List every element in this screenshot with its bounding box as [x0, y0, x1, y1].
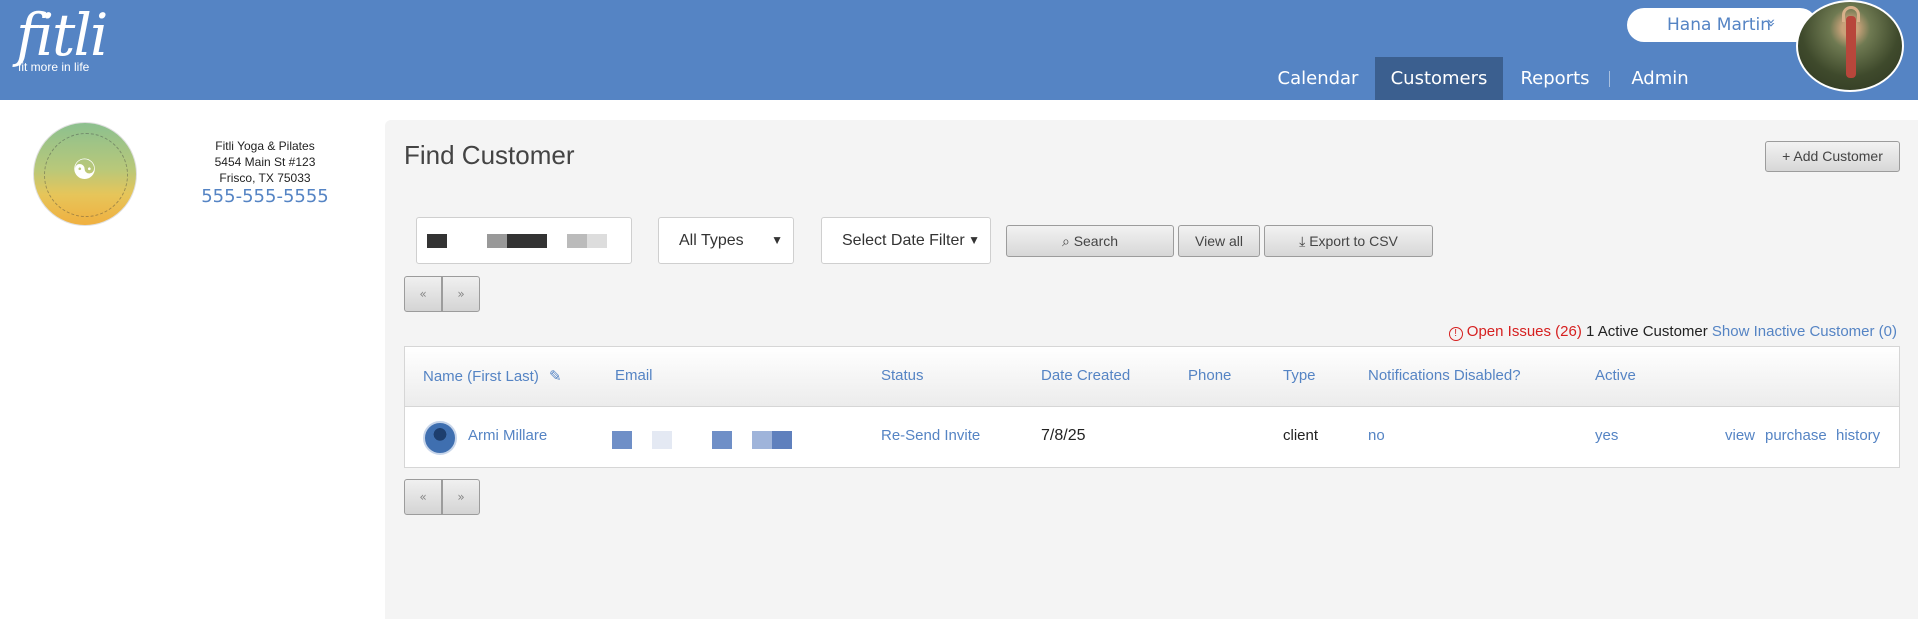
studio-phone[interactable]: 555-555-5555: [190, 186, 340, 207]
redacted-email: [652, 431, 672, 449]
date-created-value: 7/8/25: [1041, 427, 1086, 444]
search-button-label: Search: [1073, 233, 1119, 249]
chevron-down-icon: »: [1762, 18, 1781, 28]
nav-admin[interactable]: Admin: [1620, 57, 1700, 100]
chevron-down-icon: ▼: [771, 233, 783, 247]
customer-name-link[interactable]: Armi Millare: [468, 427, 547, 444]
chevron-down-icon: ▼: [968, 233, 980, 247]
redacted-text: [507, 234, 547, 248]
studio-address-line1: 5454 Main St #123: [214, 155, 316, 169]
history-link[interactable]: history: [1836, 427, 1880, 444]
user-menu[interactable]: Hana Martin »: [1627, 8, 1817, 42]
active-value[interactable]: yes: [1595, 427, 1618, 444]
pager-prev-button[interactable]: «: [404, 479, 442, 515]
col-notifications[interactable]: Notifications Disabled?: [1368, 367, 1521, 384]
col-date-created[interactable]: Date Created: [1041, 367, 1130, 384]
studio-address-line2: Frisco, TX 75033: [219, 171, 311, 185]
export-csv-button[interactable]: ⤓ Export to CSV: [1264, 225, 1433, 257]
search-input[interactable]: [416, 217, 632, 264]
col-email[interactable]: Email: [615, 367, 653, 384]
redacted-text: [587, 234, 607, 248]
active-customer-count: 1 Active Customer: [1586, 323, 1708, 340]
col-name-label: Name (First Last): [423, 368, 539, 385]
main-nav: Calendar Customers Reports Admin: [0, 57, 1918, 100]
open-issues-link[interactable]: Open Issues (26): [1467, 323, 1582, 340]
add-customer-button[interactable]: + Add Customer: [1765, 141, 1900, 172]
redacted-email: [712, 431, 732, 449]
nav-reports[interactable]: Reports: [1510, 57, 1600, 100]
col-phone[interactable]: Phone: [1188, 367, 1231, 384]
pager-next-button[interactable]: »: [442, 276, 480, 312]
type-value: client: [1283, 427, 1319, 444]
studio-logo: ☯: [33, 122, 137, 226]
customer-avatar: [423, 421, 457, 455]
nav-separator: [1609, 71, 1610, 87]
redacted-text: [567, 234, 587, 248]
nav-customers[interactable]: Customers: [1375, 57, 1503, 100]
customer-table: Name (First Last) ✎ Email Status Date Cr…: [404, 346, 1900, 468]
pager-bottom: « »: [404, 479, 481, 515]
nav-calendar[interactable]: Calendar: [1266, 57, 1370, 100]
show-inactive-link[interactable]: Show Inactive Customer (0): [1712, 323, 1897, 340]
pager-next-button[interactable]: »: [442, 479, 480, 515]
col-status[interactable]: Status: [881, 367, 924, 384]
view-all-button[interactable]: View all: [1178, 225, 1260, 257]
notifications-value[interactable]: no: [1368, 427, 1385, 444]
view-link[interactable]: view: [1725, 427, 1755, 444]
date-filter-select[interactable]: Select Date Filter ▼: [821, 217, 991, 264]
studio-name: Fitli Yoga & Pilates: [215, 139, 315, 153]
purchase-link[interactable]: purchase: [1765, 427, 1827, 444]
pager-top: « »: [404, 276, 481, 312]
resend-invite-link[interactable]: Re-Send Invite: [881, 427, 980, 444]
download-icon: ⤓: [1299, 233, 1306, 249]
pager-prev-button[interactable]: «: [404, 276, 442, 312]
user-name: Hana Martin: [1667, 15, 1772, 35]
redacted-text: [487, 234, 507, 248]
date-filter-value: Select Date Filter: [842, 232, 965, 249]
top-header: fitli fit more in life Hana Martin » Cal…: [0, 0, 1918, 100]
col-name[interactable]: Name (First Last) ✎: [423, 367, 562, 385]
redacted-email: [752, 431, 772, 449]
page-title: Find Customer: [404, 140, 575, 170]
table-header: Name (First Last) ✎ Email Status Date Cr…: [405, 347, 1899, 407]
pencil-icon[interactable]: ✎: [549, 368, 562, 385]
studio-address: Fitli Yoga & Pilates 5454 Main St #123 F…: [190, 138, 340, 186]
col-active[interactable]: Active: [1595, 367, 1636, 384]
type-select-value: All Types: [679, 232, 744, 249]
col-type[interactable]: Type: [1283, 367, 1316, 384]
alert-circle-icon: !: [1448, 327, 1463, 341]
meditation-icon: ☯: [72, 153, 98, 186]
search-button[interactable]: ⌕ Search: [1006, 225, 1174, 257]
redacted-email: [772, 431, 792, 449]
type-select[interactable]: All Types ▼: [658, 217, 794, 264]
redacted-email: [612, 431, 632, 449]
redacted-text: [427, 234, 447, 248]
customer-summary: ! Open Issues (26) 1 Active Customer Sho…: [1448, 323, 1897, 341]
export-button-label: Export to CSV: [1309, 233, 1398, 249]
magnifier-icon: ⌕: [1061, 233, 1070, 249]
